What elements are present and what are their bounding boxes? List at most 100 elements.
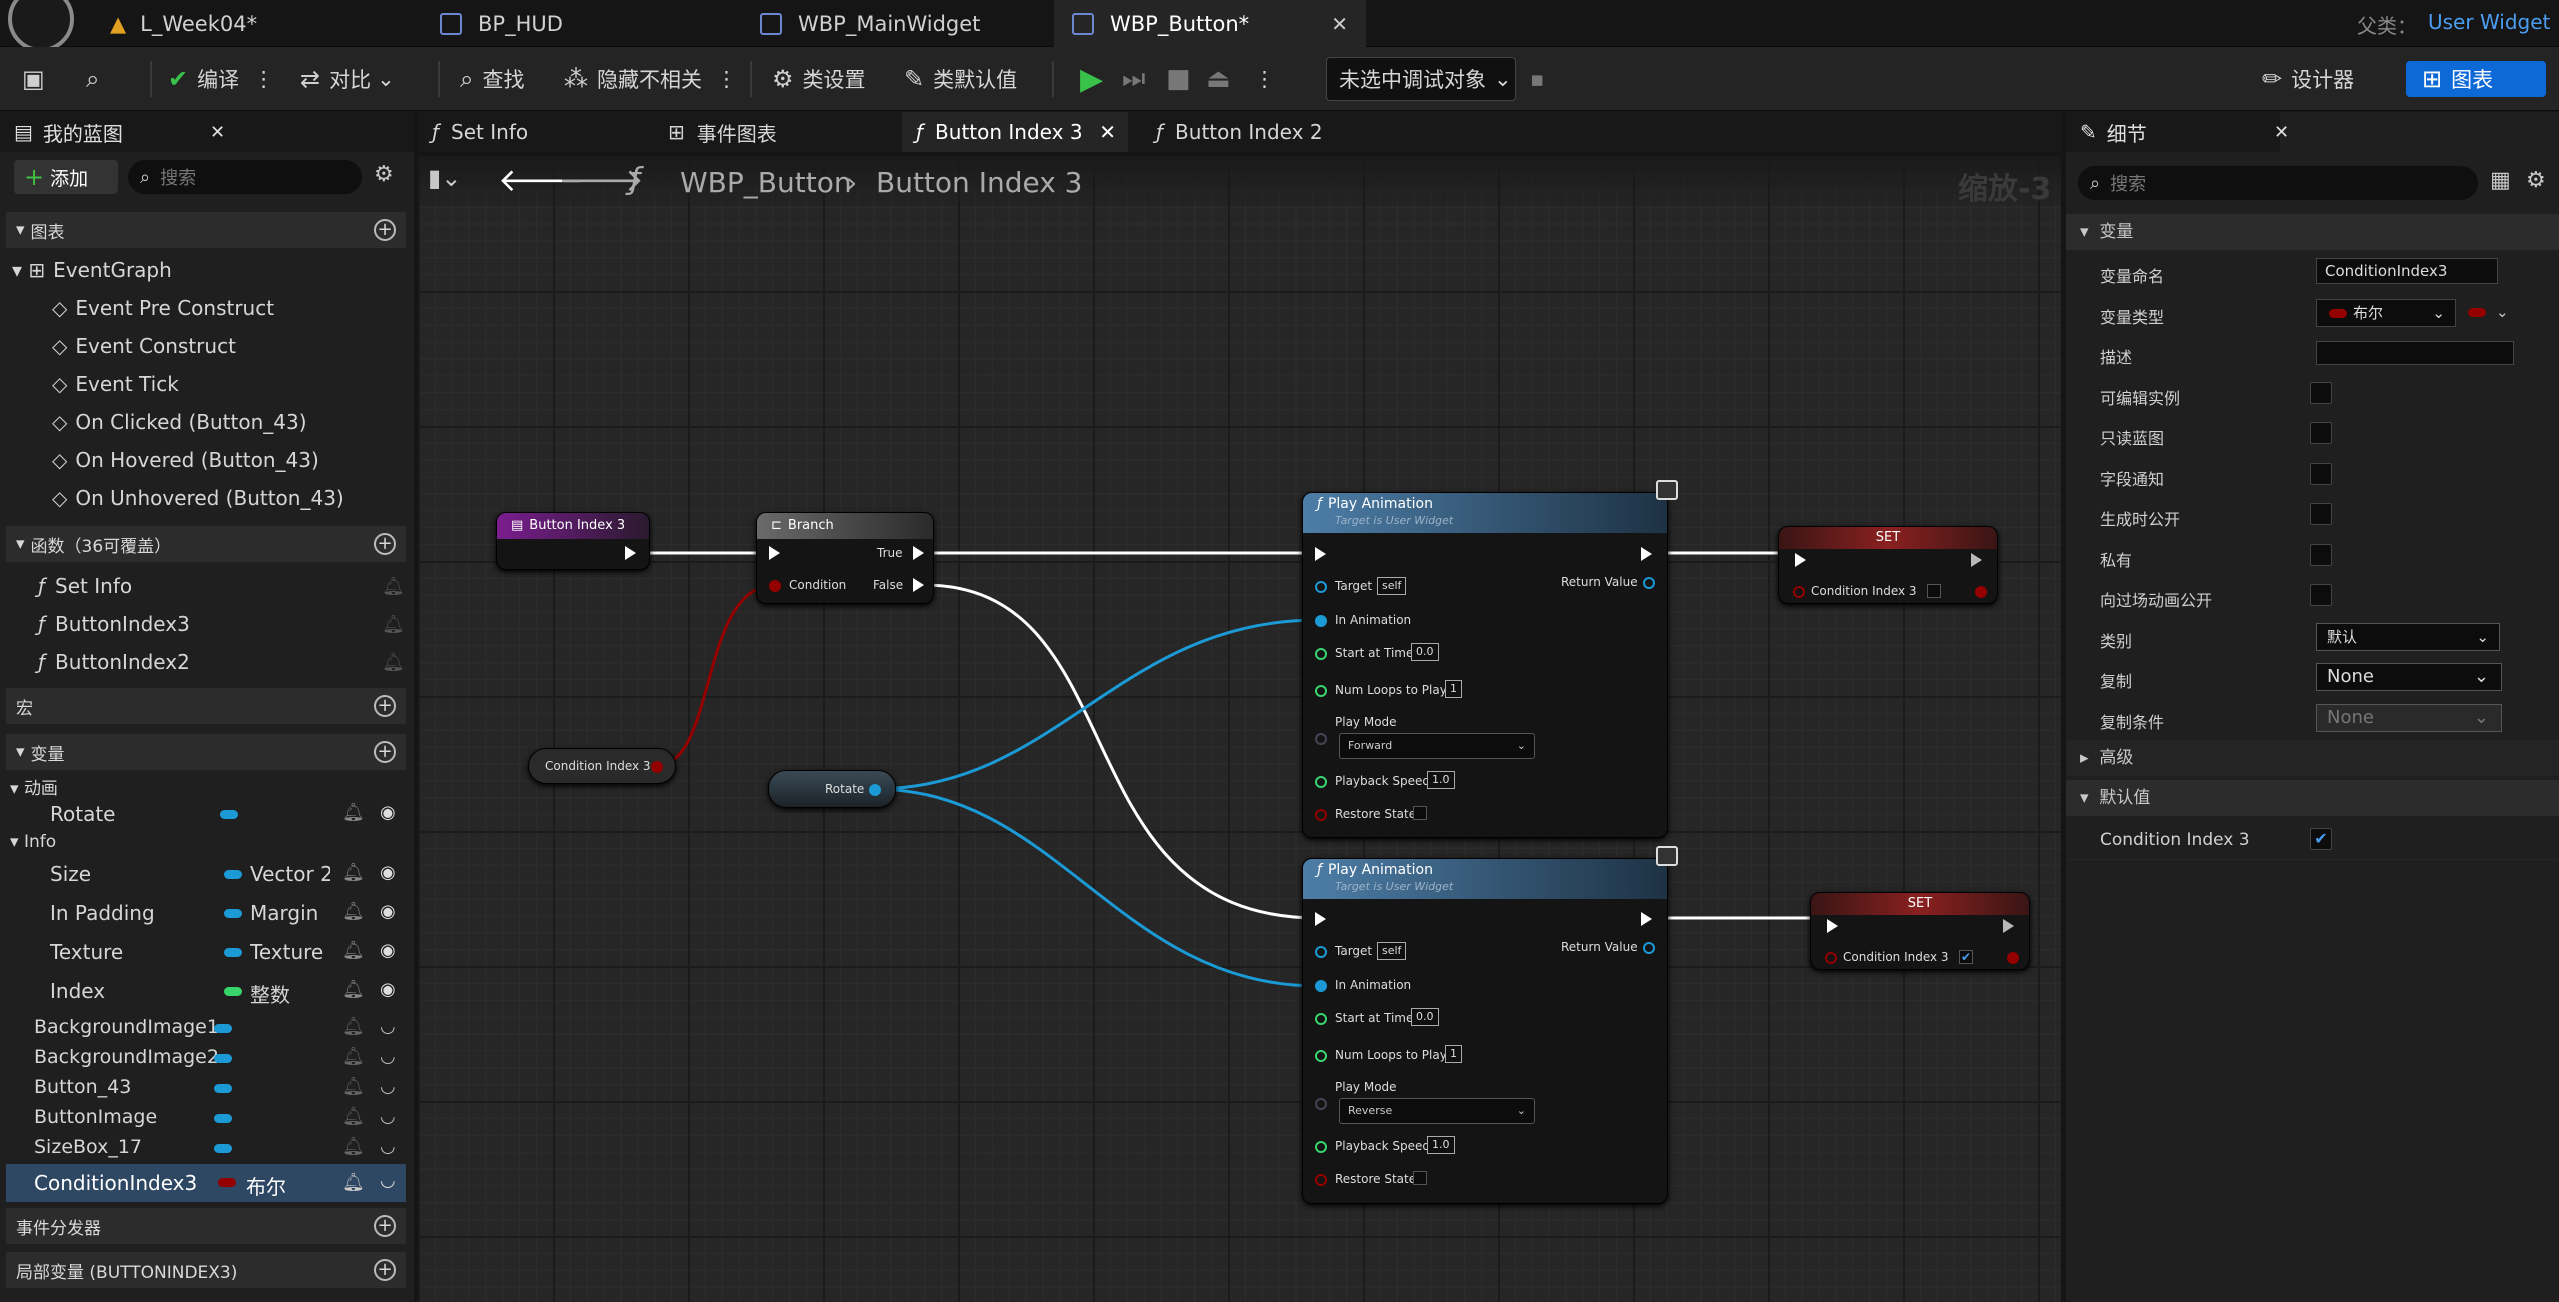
- var-item[interactable]: In Padding: [50, 901, 155, 925]
- details-search-input[interactable]: ⌕ 搜索: [2078, 166, 2478, 200]
- bell-icon[interactable]: 🔔︎: [342, 1136, 365, 1157]
- bell-icon[interactable]: 🔔︎: [342, 1046, 365, 1067]
- find-button[interactable]: ⌕ 查找: [460, 47, 524, 111]
- option-checkbox[interactable]: [2310, 422, 2332, 444]
- play-mode-select[interactable]: Reverse ⌄: [1339, 1098, 1535, 1124]
- category-select[interactable]: 默认 ⌄: [2316, 622, 2500, 651]
- gear-icon[interactable]: ⚙: [2526, 168, 2546, 193]
- eye-closed-icon[interactable]: ◡: [380, 1170, 396, 1191]
- tab-set-info[interactable]: ƒ Set Info: [432, 112, 528, 152]
- enum-pin[interactable]: [1315, 733, 1327, 745]
- return-value-pin[interactable]: [1643, 942, 1655, 954]
- tab-wbp-button[interactable]: WBP_Button* ✕: [1054, 0, 1366, 47]
- class-defaults-button[interactable]: ✎ 类默认值: [904, 47, 1017, 111]
- var-item[interactable]: SizeBox_17: [34, 1136, 142, 1158]
- set-value-checkbox[interactable]: [1927, 584, 1941, 598]
- play-mode-select[interactable]: Forward ⌄: [1339, 733, 1535, 759]
- parent-class-link[interactable]: User Widget: [2428, 10, 2550, 34]
- add-icon[interactable]: +: [374, 695, 396, 717]
- close-icon[interactable]: ✕: [1099, 120, 1116, 144]
- function-entry-node[interactable]: ▤ Button Index 3: [496, 512, 650, 570]
- bell-icon[interactable]: 🔔︎: [382, 576, 405, 597]
- default-value-checkbox[interactable]: ✔: [2310, 828, 2332, 850]
- replication-select[interactable]: None ⌄: [2316, 663, 2502, 691]
- more-icon[interactable]: ⋮: [1254, 47, 1275, 111]
- debug-object-select[interactable]: 未选中调试对象 ⌄: [1326, 57, 1516, 101]
- browse-icon[interactable]: ⌕: [86, 47, 108, 111]
- exec-out-pin[interactable]: [1641, 547, 1652, 561]
- exec-in-pin[interactable]: [1315, 547, 1326, 561]
- exec-out-pin[interactable]: [1641, 912, 1652, 926]
- exec-out-pin[interactable]: [2003, 919, 2014, 933]
- macros-section[interactable]: 宏 +: [6, 688, 406, 724]
- option-checkbox[interactable]: [2310, 381, 2332, 404]
- bell-icon[interactable]: 🔔︎: [342, 1076, 365, 1097]
- option-checkbox[interactable]: [2310, 543, 2332, 566]
- int-pin[interactable]: [1315, 1050, 1327, 1062]
- close-icon[interactable]: ✕: [1331, 12, 1348, 36]
- selected-var-row[interactable]: ConditionIndex3 布尔 🔔︎ ◡: [6, 1164, 406, 1202]
- play-animation-node-reverse[interactable]: ƒ Play Animation Target is User Widget Tar…: [1302, 858, 1668, 1204]
- exec-in-pin[interactable]: [1795, 553, 1806, 567]
- graph-canvas[interactable]: ▮⌄ 🡐 🡒 ƒ WBP_Button › Button Index 3 缩放-…: [418, 156, 2061, 1302]
- set-value-checkbox[interactable]: ✔: [1959, 950, 1973, 964]
- eye-icon[interactable]: ◉: [380, 862, 396, 883]
- bell-icon[interactable]: 🔔︎: [382, 614, 405, 635]
- play-animation-node-forward[interactable]: ƒ Play Animation Target is User Widget Tar…: [1302, 492, 1668, 838]
- function-item[interactable]: ƒ Set Info: [38, 574, 132, 598]
- eye-icon[interactable]: ◉: [380, 940, 396, 961]
- bell-icon[interactable]: 🔔︎: [342, 1106, 365, 1127]
- get-rotate-node[interactable]: Rotate: [768, 770, 896, 808]
- bell-icon[interactable]: 🔔︎: [342, 1016, 365, 1037]
- true-pin[interactable]: [913, 546, 924, 560]
- exec-in-pin[interactable]: [1315, 912, 1326, 926]
- target-pin[interactable]: [1315, 946, 1327, 958]
- exec-in-pin[interactable]: [1827, 919, 1838, 933]
- bell-icon[interactable]: 🔔︎: [342, 1172, 365, 1193]
- functions-section[interactable]: ▾ 函数（36可覆盖） +: [6, 526, 406, 562]
- float-pin[interactable]: [1315, 648, 1327, 660]
- condition-pin[interactable]: [769, 580, 781, 592]
- enum-pin[interactable]: [1315, 1098, 1327, 1110]
- tab-button-index-3[interactable]: ƒ Button Index 3 ✕: [902, 112, 1128, 152]
- event-item[interactable]: ◇ Event Tick: [52, 372, 179, 396]
- bell-icon[interactable]: 🔔︎: [342, 802, 365, 823]
- function-item[interactable]: ƒ ButtonIndex2: [38, 650, 190, 674]
- object-out-pin[interactable]: [869, 784, 881, 796]
- var-item[interactable]: BackgroundImage1: [34, 1016, 219, 1038]
- option-checkbox[interactable]: [2310, 584, 2332, 606]
- float-pin[interactable]: [1315, 1013, 1327, 1025]
- false-pin[interactable]: [913, 578, 924, 592]
- add-icon[interactable]: +: [374, 533, 396, 555]
- event-item[interactable]: ◇ On Clicked (Button_43): [52, 410, 307, 434]
- function-item[interactable]: ƒ ButtonIndex3: [38, 612, 190, 636]
- add-icon[interactable]: +: [374, 1259, 396, 1281]
- container-type-select[interactable]: ⌄: [2464, 299, 2514, 327]
- stop-icon[interactable]: ■: [1166, 47, 1191, 111]
- eject-icon[interactable]: ⏏: [1206, 47, 1231, 111]
- eye-icon[interactable]: ◉: [380, 979, 396, 1000]
- tab-level[interactable]: ▲ L_Week04*: [92, 0, 422, 47]
- eye-closed-icon[interactable]: ◡: [380, 1076, 396, 1097]
- in-animation-pin[interactable]: [1315, 980, 1327, 992]
- class-settings-button[interactable]: ⚙ 类设置: [772, 47, 866, 111]
- tab-main-widget[interactable]: WBP_MainWidget: [742, 0, 1054, 47]
- details-tab[interactable]: ✎ 细节 ✕: [2066, 112, 2289, 152]
- var-rotate[interactable]: Rotate: [50, 802, 115, 826]
- variable-type-select[interactable]: 布尔 ⌄: [2316, 298, 2456, 327]
- compile-button[interactable]: ✔ 编译 ⋮: [168, 47, 274, 111]
- variable-section[interactable]: ▾ 变量: [2066, 214, 2559, 250]
- event-item[interactable]: ◇ Event Pre Construct: [52, 296, 274, 320]
- in-animation-pin[interactable]: [1315, 615, 1327, 627]
- return-value-pin[interactable]: [1643, 577, 1655, 589]
- tab-event-graph[interactable]: ⊞ 事件图表: [668, 112, 777, 152]
- eye-closed-icon[interactable]: ◡: [380, 1136, 396, 1157]
- eye-icon[interactable]: ◉: [380, 901, 396, 922]
- diff-button[interactable]: ⇄ 对比 ⌄: [300, 47, 395, 111]
- dispatchers-section[interactable]: 事件分发器 +: [6, 1208, 406, 1244]
- exec-in-pin[interactable]: [769, 546, 780, 560]
- bell-icon[interactable]: 🔔︎: [342, 862, 365, 883]
- option-checkbox[interactable]: [2310, 462, 2332, 485]
- bool-in-pin[interactable]: [1825, 952, 1837, 964]
- advanced-section[interactable]: ▸ 高级: [2066, 740, 2559, 776]
